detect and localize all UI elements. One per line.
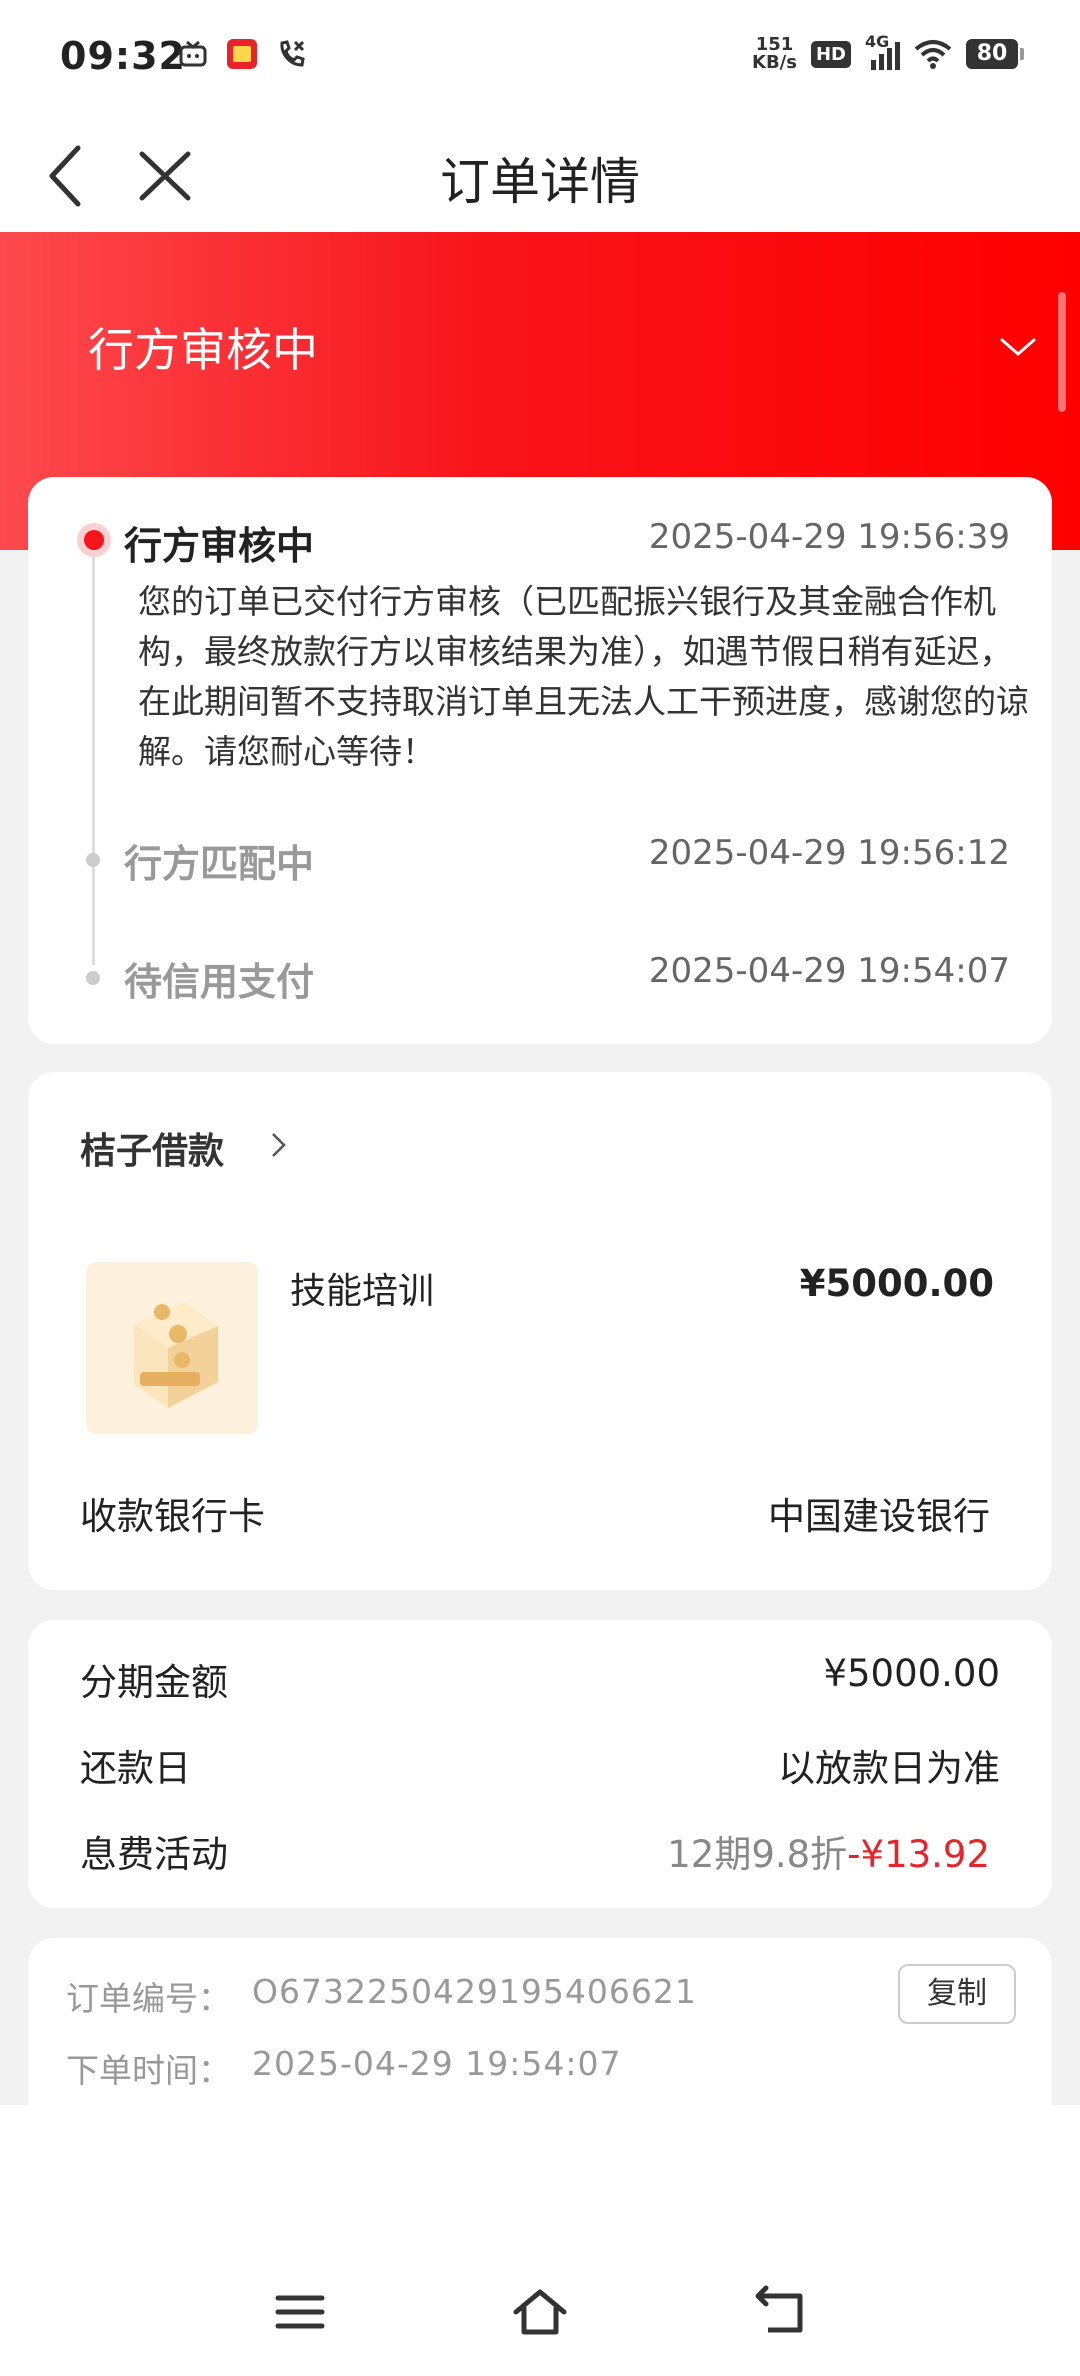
bank-card-value: 中国建设银行 [768, 1495, 990, 1538]
fee-saving: -¥13.92 [847, 1833, 990, 1876]
timeline-step-title: 行方审核中 [124, 524, 315, 568]
wifi-icon [914, 40, 952, 69]
notification-icons [178, 38, 308, 70]
status-bar: 09:32 151 KB/s HD 4G 80 [0, 0, 1080, 120]
timeline-step-description: 您的订单已交付行方审核（已匹配振兴银行及其金融合作机构，最终放款行方以审核结果为… [138, 582, 1029, 771]
order-id-value: O6732250429195406621 [252, 1972, 697, 2011]
timeline-step-time: 2025-04-29 19:54:07 [648, 951, 1010, 991]
timeline-line [92, 545, 95, 965]
timeline-step-time: 2025-04-29 19:56:12 [648, 833, 1010, 873]
page-title: 订单详情 [440, 153, 640, 211]
scrollbar [1058, 292, 1066, 412]
hd-icon: HD [810, 40, 851, 68]
chevron-right-icon[interactable] [268, 1130, 290, 1160]
copy-button[interactable]: 复制 [898, 1964, 1016, 2024]
installment-amount-value: ¥5000.00 [823, 1652, 1000, 1695]
product-image [86, 1262, 258, 1434]
chevron-down-icon[interactable] [998, 332, 1038, 362]
fee-discount: 12期9.8折 [667, 1833, 848, 1876]
net-speed: 151 KB/s [752, 34, 797, 73]
fee-activity-value: 12期9.8折-¥13.92 [667, 1824, 990, 1878]
repay-day-label: 还款日 [80, 1747, 191, 1790]
order-time-label: 下单时间： [66, 2051, 231, 2090]
progress-timeline-card: 行方审核中 2025-04-29 19:56:39 您的订单已交付行方审核（已匹… [28, 477, 1052, 1044]
fee-activity-label: 息费活动 [80, 1833, 228, 1876]
installment-card: 分期金额 ¥5000.00 还款日 以放款日为准 息费活动 12期9.8折-¥1… [28, 1620, 1052, 1908]
nav-bar: 订单详情 [0, 120, 1080, 232]
product-price: ¥5000.00 [799, 1262, 994, 1305]
back-nav-icon[interactable] [750, 2282, 810, 2342]
timeline-dot [86, 853, 100, 867]
timeline-step-time: 2025-04-29 19:56:39 [648, 517, 1010, 557]
shop-name[interactable]: 桔子借款 [80, 1122, 224, 1174]
home-icon[interactable] [510, 2282, 570, 2342]
missed-call-icon [280, 40, 305, 67]
order-status-title: 行方审核中 [88, 323, 318, 377]
battery-icon: 80 [966, 39, 1024, 69]
timeline-dot [86, 971, 100, 985]
coin-box-icon [134, 1302, 218, 1408]
order-time-value: 2025-04-29 19:54:07 [252, 2044, 622, 2083]
status-time: 09:32 [60, 34, 186, 78]
timeline-step-title: 待信用支付 [124, 960, 315, 1004]
signal-icon: 4G [865, 32, 900, 70]
tv-app-icon [179, 40, 207, 67]
order-id-label: 订单编号： [66, 1979, 231, 2018]
repay-day-value: 以放款日为准 [778, 1747, 1000, 1790]
timeline-step-title: 行方匹配中 [124, 842, 315, 886]
product-card: 桔子借款 技能培训 ¥5000.00 收款银行卡 中国建设银行 [28, 1072, 1052, 1590]
system-icons: 151 KB/s HD 4G 80 [752, 32, 1024, 73]
bank-card-label: 收款银行卡 [80, 1495, 265, 1538]
timeline-active-dot [77, 523, 111, 557]
menu-icon[interactable] [270, 2282, 330, 2342]
product-name: 技能培训 [290, 1271, 435, 1312]
app-badge-icon [227, 39, 257, 69]
installment-amount-label: 分期金额 [80, 1661, 228, 1704]
